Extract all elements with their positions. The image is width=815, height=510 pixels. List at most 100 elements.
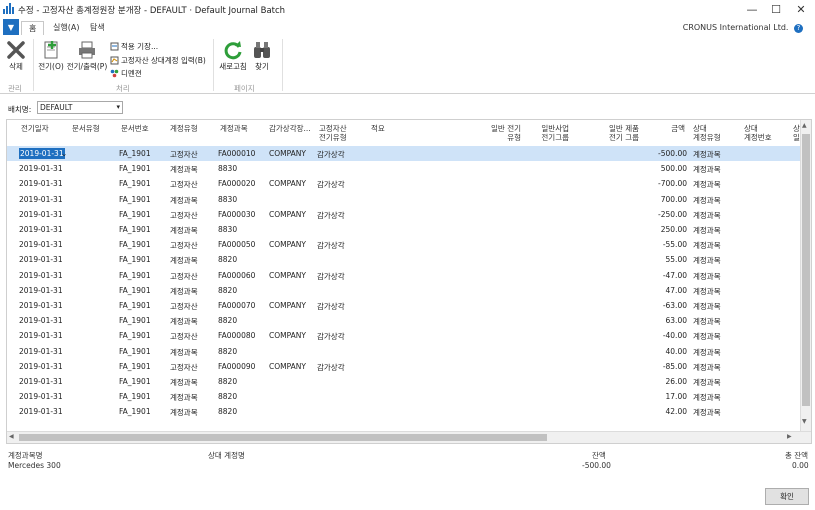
posting-date-cell[interactable]: 2019-01-31 xyxy=(19,392,63,401)
account-no-cell[interactable]: FA000050 xyxy=(218,240,255,249)
amount-cell[interactable]: -55.00 xyxy=(663,240,687,249)
account-no-cell[interactable]: FA000080 xyxy=(218,331,255,340)
document-no-cell[interactable]: FA_1901 xyxy=(119,225,151,234)
chevron-down-icon[interactable]: ⌄ xyxy=(61,149,67,158)
document-no-cell[interactable]: FA_1901 xyxy=(119,164,151,173)
amount-cell[interactable]: -250.00 xyxy=(658,210,687,219)
posting-date-cell[interactable]: 2019-01-31 xyxy=(19,407,63,416)
amount-cell[interactable]: 250.00 xyxy=(661,225,687,234)
table-row[interactable]: 2019-01-31 FA_1901 계정과목 8820 63.00 계정과목 xyxy=(7,313,801,328)
fa-posting-type-cell[interactable]: 감가상각 xyxy=(317,271,345,282)
refresh-button[interactable]: 새로고침 xyxy=(218,39,248,72)
bal-account-type-cell[interactable]: 계정과목 xyxy=(693,255,721,266)
posting-date-cell[interactable]: 2019-01-31 xyxy=(19,225,63,234)
fa-posting-type-cell[interactable]: 감가상각 xyxy=(317,301,345,312)
bal-account-type-cell[interactable]: 계정과목 xyxy=(693,392,721,403)
ok-button[interactable]: 확인 xyxy=(765,488,809,505)
depreciation-book-cell[interactable]: COMPANY xyxy=(269,240,306,249)
account-no-cell[interactable]: 8820 xyxy=(218,255,237,264)
bal-account-type-cell[interactable]: 계정과목 xyxy=(693,210,721,221)
account-no-cell[interactable]: 8820 xyxy=(218,377,237,386)
scroll-right-icon[interactable]: ▶ xyxy=(787,433,792,440)
account-no-cell[interactable]: 8830 xyxy=(218,195,237,204)
table-row[interactable]: 2019-01-31 FA_1901 계정과목 8820 40.00 계정과목 xyxy=(7,344,801,359)
document-no-cell[interactable]: FA_1901 xyxy=(119,347,151,356)
amount-cell[interactable]: -47.00 xyxy=(663,271,687,280)
account-type-cell[interactable]: 계정과목 xyxy=(170,347,198,358)
post-button[interactable]: 전기(O) xyxy=(37,39,65,72)
tab-navigate[interactable]: 탐색 xyxy=(83,21,112,35)
account-type-cell[interactable]: 고정자산 xyxy=(170,179,198,190)
account-type-cell[interactable]: 계정과목 xyxy=(170,195,198,206)
account-type-cell[interactable]: 계정과목 xyxy=(170,377,198,388)
account-no-cell[interactable]: FA000030 xyxy=(218,210,255,219)
delete-button[interactable]: 삭제 xyxy=(4,39,28,72)
file-menu-button[interactable]: ▼ xyxy=(3,19,19,35)
bal-account-type-cell[interactable]: 계정과목 xyxy=(693,179,721,190)
bal-account-type-cell[interactable]: 계정과목 xyxy=(693,301,721,312)
posting-date-cell[interactable]: 2019-01-31 xyxy=(19,195,63,204)
account-type-cell[interactable]: 계정과목 xyxy=(170,286,198,297)
account-type-cell[interactable]: 계정과목 xyxy=(170,407,198,418)
posting-date-cell[interactable]: 2019-01-31 xyxy=(19,377,63,386)
amount-cell[interactable]: -700.00 xyxy=(658,179,687,188)
column-header-depreciation-book[interactable]: 감가상각장... xyxy=(269,124,311,133)
document-no-cell[interactable]: FA_1901 xyxy=(119,286,151,295)
column-header-document-no[interactable]: 문서번호 xyxy=(121,124,149,133)
post-print-button[interactable]: 전기/출력(P) xyxy=(67,39,107,72)
help-icon[interactable]: ? xyxy=(794,24,803,33)
account-no-cell[interactable]: 8820 xyxy=(218,392,237,401)
account-no-cell[interactable]: FA000060 xyxy=(218,271,255,280)
column-header-gen-bus-posting-group[interactable]: 일반사업 전기그룹 xyxy=(531,124,569,142)
table-row[interactable]: 2019-01-31 FA_1901 계정과목 8820 17.00 계정과목 xyxy=(7,389,801,404)
scroll-up-icon[interactable]: ▲ xyxy=(802,122,807,129)
posting-date-cell[interactable]: 2019-01-31 xyxy=(19,240,63,249)
tab-actions[interactable]: 실행(A) xyxy=(46,21,86,35)
depreciation-book-cell[interactable]: COMPANY xyxy=(269,149,306,158)
amount-cell[interactable]: 42.00 xyxy=(666,407,687,416)
document-no-cell[interactable]: FA_1901 xyxy=(119,240,151,249)
table-row[interactable]: 2019-01-31 FA_1901 계정과목 8820 42.00 계정과목 xyxy=(7,404,801,419)
table-row[interactable]: 2019-01-31 FA_1901 고정자산 FA000090 COMPANY 감가상각… xyxy=(7,359,801,374)
apply-entries-button[interactable]: 적용 기장... xyxy=(110,41,158,52)
account-type-cell[interactable]: 고정자산 xyxy=(170,240,198,251)
posting-date-cell[interactable]: 2019-01-31 xyxy=(19,286,63,295)
document-no-cell[interactable]: FA_1901 xyxy=(119,392,151,401)
table-row[interactable]: 2019-01-31 FA_1901 고정자산 FA000020 COMPANY 감가상각… xyxy=(7,176,801,191)
bal-account-type-cell[interactable]: 계정과목 xyxy=(693,195,721,206)
column-header-gen-posting-type[interactable]: 일반 전기 유형 xyxy=(483,124,521,142)
table-row[interactable]: 2019-01-31 FA_1901 계정과목 8830 250.00 계정과목 xyxy=(7,222,801,237)
column-header-description[interactable]: 적요 xyxy=(371,124,385,133)
table-row[interactable]: 2019-01-31 FA_1901 계정과목 8820 47.00 계정과목 xyxy=(7,283,801,298)
bal-account-type-cell[interactable]: 계정과목 xyxy=(693,407,721,418)
document-no-cell[interactable]: FA_1901 xyxy=(119,316,151,325)
table-row[interactable]: 2019-01-31 FA_1901 고정자산 FA000070 COMPANY 감가상각… xyxy=(7,298,801,313)
table-row[interactable]: 2019-01-31 FA_1901 고정자산 FA000080 COMPANY 감가상각… xyxy=(7,328,801,343)
bal-account-type-cell[interactable]: 계정과목 xyxy=(693,362,721,373)
scroll-left-icon[interactable]: ◀ xyxy=(9,433,14,440)
bal-account-type-cell[interactable]: 계정과목 xyxy=(693,286,721,297)
table-row[interactable]: 2019-01-31 FA_1901 고정자산 FA000050 COMPANY 감가상각… xyxy=(7,237,801,252)
column-header-fa-posting-type[interactable]: 고정자산 전기유형 xyxy=(319,124,347,142)
bal-account-type-cell[interactable]: 계정과목 xyxy=(693,149,721,160)
fa-posting-type-cell[interactable]: 감가상각 xyxy=(317,331,345,342)
fa-posting-type-cell[interactable]: 감가상각 xyxy=(317,240,345,251)
account-no-cell[interactable]: 8830 xyxy=(218,164,237,173)
fa-posting-type-cell[interactable]: 감가상각 xyxy=(317,179,345,190)
account-type-cell[interactable]: 고정자산 xyxy=(170,362,198,373)
document-no-cell[interactable]: FA_1901 xyxy=(119,271,151,280)
amount-cell[interactable]: -40.00 xyxy=(663,331,687,340)
bal-account-type-cell[interactable]: 계정과목 xyxy=(693,377,721,388)
bal-account-type-cell[interactable]: 계정과목 xyxy=(693,225,721,236)
fa-posting-type-cell[interactable]: 감가상각 xyxy=(317,149,345,160)
horizontal-scrollbar[interactable]: ◀ ▶ xyxy=(7,431,811,443)
column-header-bal-account-no[interactable]: 상대 계정번호 xyxy=(744,124,772,142)
account-no-cell[interactable]: FA000010 xyxy=(218,149,255,158)
scroll-down-icon[interactable]: ▼ xyxy=(802,418,807,425)
account-type-cell[interactable]: 고정자산 xyxy=(170,301,198,312)
account-type-cell[interactable]: 계정과목 xyxy=(170,392,198,403)
amount-cell[interactable]: 700.00 xyxy=(661,195,687,204)
amount-cell[interactable]: -63.00 xyxy=(663,301,687,310)
amount-cell[interactable]: 55.00 xyxy=(666,255,687,264)
posting-date-cell[interactable]: 2019-01-31 xyxy=(19,271,63,280)
